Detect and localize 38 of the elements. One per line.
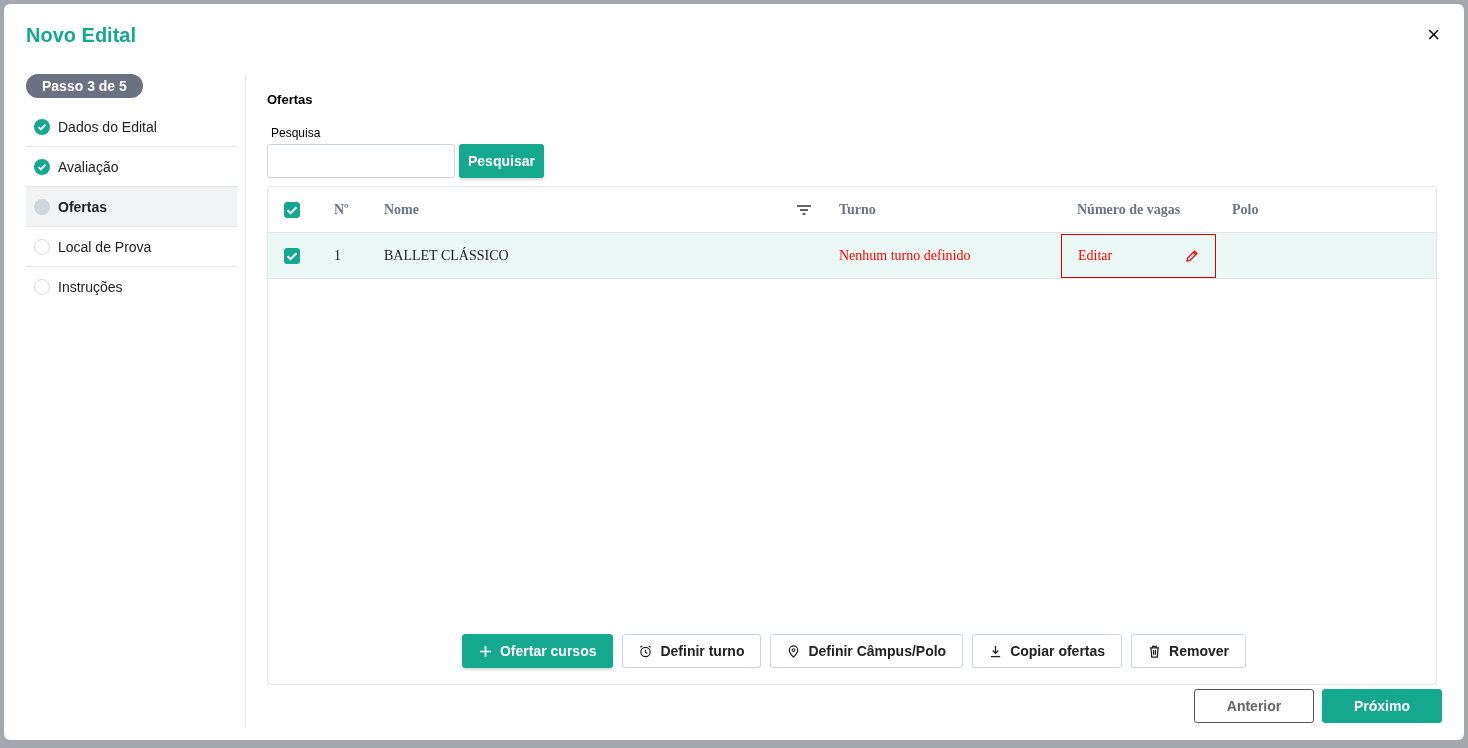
row-checkbox[interactable] xyxy=(284,247,300,264)
action-button[interactable]: Definir Câmpus/Polo xyxy=(770,634,964,668)
dialog-title: Novo Edital xyxy=(26,23,136,47)
action-button[interactable]: Definir turno xyxy=(622,634,762,668)
step-badge: Passo 3 de 5 xyxy=(26,74,143,98)
trash-icon xyxy=(1148,644,1162,658)
select-all-checkbox[interactable] xyxy=(284,201,300,218)
search-label: Pesquisa xyxy=(271,126,321,140)
section-title: Ofertas xyxy=(267,92,313,107)
previous-button[interactable]: Anterior xyxy=(1194,689,1314,723)
table-cell: BALLET CLÁSSICO xyxy=(384,247,509,264)
step-item[interactable]: Ofertas xyxy=(26,187,237,227)
column-header: Número de vagas xyxy=(1077,201,1181,218)
download-icon xyxy=(989,644,1003,658)
plus-icon xyxy=(479,644,492,658)
table-cell: 1 xyxy=(334,247,341,264)
check-circle-icon xyxy=(34,118,50,135)
column-header: Turno xyxy=(839,201,876,218)
search-field[interactable] xyxy=(267,144,455,178)
close-button[interactable]: × xyxy=(1425,24,1442,46)
alarm-clock-icon xyxy=(639,644,653,658)
filled-circle-icon xyxy=(34,198,50,215)
column-header: Nº xyxy=(334,201,349,218)
table-cell: Nenhum turno definido xyxy=(839,247,971,264)
action-button[interactable]: Copiar ofertas xyxy=(972,634,1123,668)
check-circle-icon xyxy=(34,158,50,175)
location-pin-icon xyxy=(787,644,801,658)
pencil-icon xyxy=(1185,248,1199,263)
step-item[interactable]: Local de Prova xyxy=(26,227,237,267)
empty-circle-icon xyxy=(34,278,50,295)
empty-circle-icon xyxy=(34,238,50,255)
action-button[interactable]: Remover xyxy=(1131,634,1246,668)
step-item[interactable]: Instruções xyxy=(26,267,237,306)
column-header: Nome xyxy=(384,201,419,218)
vagas-edit-cell[interactable]: Editar xyxy=(1061,233,1216,278)
column-header: Polo xyxy=(1232,201,1259,218)
step-item[interactable]: Dados do Edital xyxy=(26,107,237,147)
filter-icon[interactable] xyxy=(797,204,811,215)
